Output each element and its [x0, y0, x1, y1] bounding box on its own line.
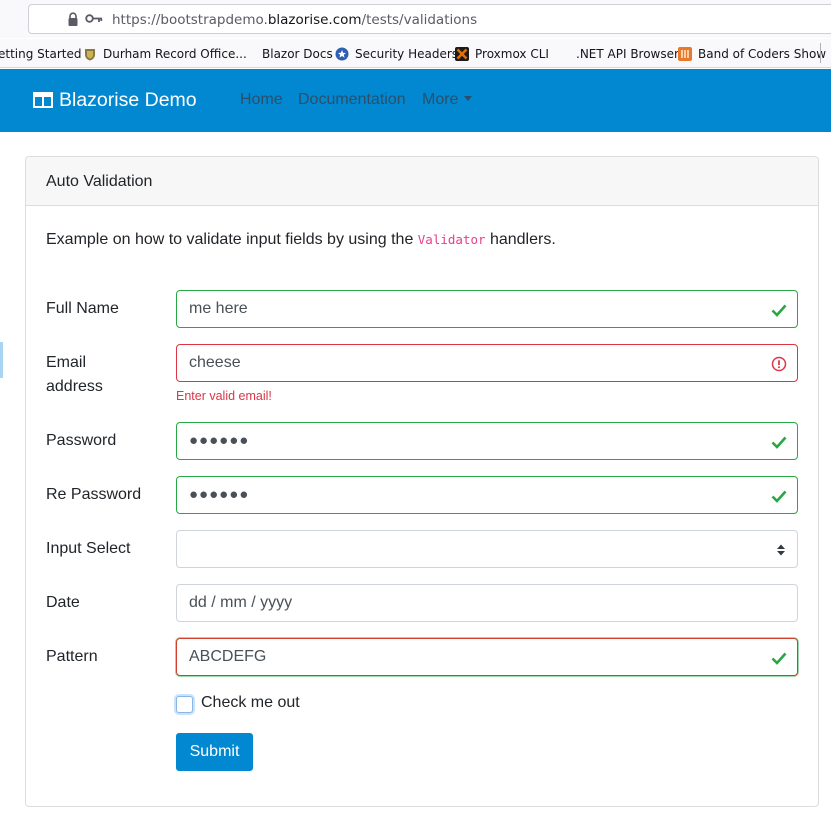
nav-home[interactable]: Home [240, 91, 283, 109]
email-label-line1: Email [46, 354, 87, 371]
bookmark-durham-record-office[interactable]: Durham Record Office... [83, 45, 247, 63]
email-value: cheese [189, 354, 241, 371]
brand[interactable]: Blazorise Demo [33, 88, 197, 112]
bookmark-band-of-coders-show[interactable]: Band of Coders Show [678, 45, 826, 63]
bookmark-security-headers[interactable]: Security Headers [335, 45, 458, 63]
check-me-out-label[interactable]: Check me out [201, 694, 300, 712]
security-headers-icon [335, 47, 349, 61]
validator-code: Validator [417, 232, 486, 247]
check-me-out-checkbox[interactable] [176, 696, 193, 713]
bookmark-proxmox-cli[interactable]: Proxmox CLI [455, 45, 549, 63]
email-label-line2: address [46, 378, 103, 395]
pattern-value: ABCDEFG [189, 648, 267, 665]
key-icon[interactable] [85, 13, 103, 24]
nav-documentation[interactable]: Documentation [298, 91, 406, 109]
bookmark-label: .NET API Browser [576, 47, 679, 61]
date-input[interactable]: dd / mm / yyyy [176, 584, 798, 622]
re-password-input[interactable]: ●●●●●● [176, 476, 798, 514]
description-text-end: handlers. [485, 231, 556, 248]
microsoft-icon [556, 47, 570, 61]
nav-more-dropdown[interactable]: More [422, 91, 472, 109]
select-arrows-icon [777, 544, 785, 556]
bookmark-label: Security Headers [355, 47, 459, 61]
date-placeholder: dd / mm / yyyy [189, 594, 293, 611]
input-select-label: Input Select [46, 540, 131, 557]
email-input[interactable]: cheese [176, 344, 798, 382]
bookmark-label: Band of Coders Show [698, 47, 827, 61]
bookmark-label: etting Started [0, 47, 82, 61]
lock-icon[interactable] [67, 12, 79, 27]
toolbar-separator [820, 43, 821, 63]
url-input[interactable]: https://bootstrapdemo.blazorise.com/test… [28, 4, 831, 34]
crest-icon [85, 49, 95, 61]
url-text: https://bootstrapdemo.blazorise.com/test… [112, 12, 478, 28]
bookmark-net-api-browser[interactable]: .NET API Browser [556, 45, 679, 63]
re-password-value: ●●●●●● [189, 486, 250, 503]
microsoft-icon [242, 47, 256, 61]
validation-card: Auto Validation Example on how to valida… [25, 156, 819, 807]
submit-button[interactable]: Submit [176, 733, 253, 771]
valid-check-icon [771, 652, 787, 665]
full-name-label: Full Name [46, 300, 119, 317]
full-name-input[interactable]: me here [176, 290, 798, 328]
description-text: Example on how to validate input fields … [46, 231, 418, 248]
bookmark-label: Proxmox CLI [475, 47, 549, 61]
card-description: Example on how to validate input fields … [46, 231, 556, 249]
pattern-input[interactable]: ABCDEFG [176, 638, 798, 676]
columns-icon [33, 92, 53, 108]
edge-marker [0, 342, 3, 378]
bookmark-label: Durham Record Office... [103, 47, 247, 61]
bookmarks-toolbar: etting Started Durham Record Office... B… [0, 39, 831, 68]
bookmark-blazor-docs[interactable]: Blazor Docs [242, 45, 333, 63]
full-name-value: me here [189, 300, 248, 317]
pattern-label: Pattern [46, 648, 98, 665]
input-select[interactable] [176, 530, 798, 568]
card-title: Auto Validation [46, 173, 153, 190]
brand-name: Blazorise Demo [59, 88, 197, 111]
valid-check-icon [771, 436, 787, 449]
address-bar-area: https://bootstrapdemo.blazorise.com/test… [0, 0, 831, 38]
re-password-label: Re Password [46, 486, 142, 503]
card-header: Auto Validation [26, 157, 818, 206]
valid-check-icon [771, 490, 787, 503]
proxmox-icon [455, 47, 469, 61]
band-of-coders-icon [678, 47, 692, 61]
bookmark-label: Blazor Docs [262, 47, 333, 61]
invalid-alert-icon [771, 356, 787, 372]
email-error-message: Enter valid email! [176, 389, 272, 403]
valid-check-icon [771, 304, 787, 317]
date-label: Date [46, 594, 80, 611]
password-input[interactable]: ●●●●●● [176, 422, 798, 460]
bookmark-getting-started[interactable]: etting Started [0, 45, 81, 63]
password-value: ●●●●●● [189, 432, 250, 449]
navbar: Blazorise Demo Home Documentation More [0, 69, 831, 132]
password-label: Password [46, 432, 117, 449]
